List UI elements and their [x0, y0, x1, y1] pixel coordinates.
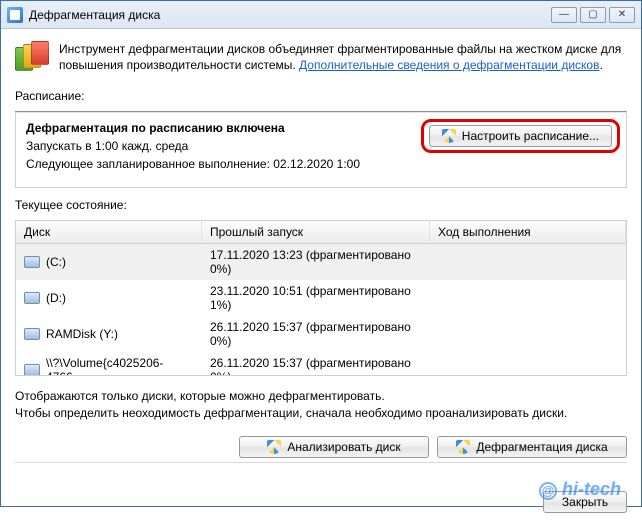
schedule-status-title: Дефрагментация по расписанию включена: [26, 121, 360, 135]
titlebar: Дефрагментация диска — ▢ ✕: [1, 1, 641, 29]
footer-note: Отображаются только диски, которые можно…: [15, 388, 627, 422]
info-banner: Инструмент дефрагментации дисков объедин…: [15, 41, 627, 75]
configure-schedule-label: Настроить расписание...: [462, 129, 599, 143]
schedule-panel: Дефрагментация по расписанию включена За…: [15, 111, 627, 188]
uac-shield-icon: [442, 129, 456, 143]
disk-name: (C:): [46, 255, 66, 269]
defrag-icon: [15, 41, 49, 75]
current-state-label: Текущее состояние:: [15, 198, 627, 212]
col-header-last-run[interactable]: Прошлый запуск: [202, 221, 430, 243]
app-icon: [7, 7, 23, 23]
disk-last-run: 26.11.2020 15:37 (фрагментировано 0%): [210, 320, 422, 348]
minimize-button[interactable]: —: [551, 7, 577, 23]
uac-shield-icon: [267, 440, 281, 454]
uac-shield-icon: [456, 440, 470, 454]
analyze-disk-label: Анализировать диск: [287, 440, 400, 454]
more-info-link[interactable]: Дополнительные сведения о дефрагментации…: [299, 58, 599, 72]
drive-icon: [24, 292, 40, 304]
separator: [15, 462, 627, 463]
table-row[interactable]: RAMDisk (Y:) 26.11.2020 15:37 (фрагменти…: [16, 316, 626, 352]
disk-name: \\?\Volume{c4025206-4766-...: [46, 356, 194, 376]
table-row[interactable]: (D:) 23.11.2020 10:51 (фрагментировано 1…: [16, 280, 626, 316]
analyze-disk-button[interactable]: Анализировать диск: [239, 436, 429, 458]
col-header-disk[interactable]: Диск: [16, 221, 202, 243]
disk-last-run: 26.11.2020 15:37 (фрагментировано 0%): [210, 356, 422, 376]
disk-name: (D:): [46, 291, 66, 305]
table-row[interactable]: \\?\Volume{c4025206-4766-... 26.11.2020 …: [16, 352, 626, 376]
schedule-run-at: Запускать в 1:00 кажд. среда: [26, 139, 360, 153]
schedule-label: Расписание:: [15, 89, 627, 103]
maximize-button[interactable]: ▢: [580, 7, 606, 23]
defragment-disk-button[interactable]: Дефрагментация диска: [437, 436, 627, 458]
close-window-button[interactable]: ✕: [609, 7, 635, 23]
configure-schedule-button[interactable]: Настроить расписание...: [429, 125, 612, 147]
drive-icon: [24, 364, 40, 376]
close-button[interactable]: Закрыть: [543, 491, 627, 513]
window-title: Дефрагментация диска: [29, 8, 160, 22]
note-line-1: Отображаются только диски, которые можно…: [15, 388, 627, 405]
disk-last-run: 17.11.2020 13:23 (фрагментировано 0%): [210, 248, 422, 276]
disk-last-run: 23.11.2020 10:51 (фрагментировано 1%): [210, 284, 422, 312]
defragment-disk-label: Дефрагментация диска: [476, 440, 607, 454]
defrag-window: Дефрагментация диска — ▢ ✕ Инструмент де…: [0, 0, 642, 507]
info-text-tail: .: [599, 58, 602, 72]
table-row[interactable]: (C:) 17.11.2020 13:23 (фрагментировано 0…: [16, 244, 626, 280]
note-line-2: Чтобы определить неоходимость дефрагмент…: [15, 405, 627, 422]
disk-table: Диск Прошлый запуск Ход выполнения (C:) …: [15, 220, 627, 376]
drive-icon: [24, 256, 40, 268]
disk-name: RAMDisk (Y:): [46, 327, 118, 341]
schedule-next-run: Следующее запланированное выполнение: 02…: [26, 157, 360, 171]
drive-icon: [24, 328, 40, 340]
close-button-label: Закрыть: [562, 495, 608, 509]
col-header-progress[interactable]: Ход выполнения: [430, 221, 626, 243]
